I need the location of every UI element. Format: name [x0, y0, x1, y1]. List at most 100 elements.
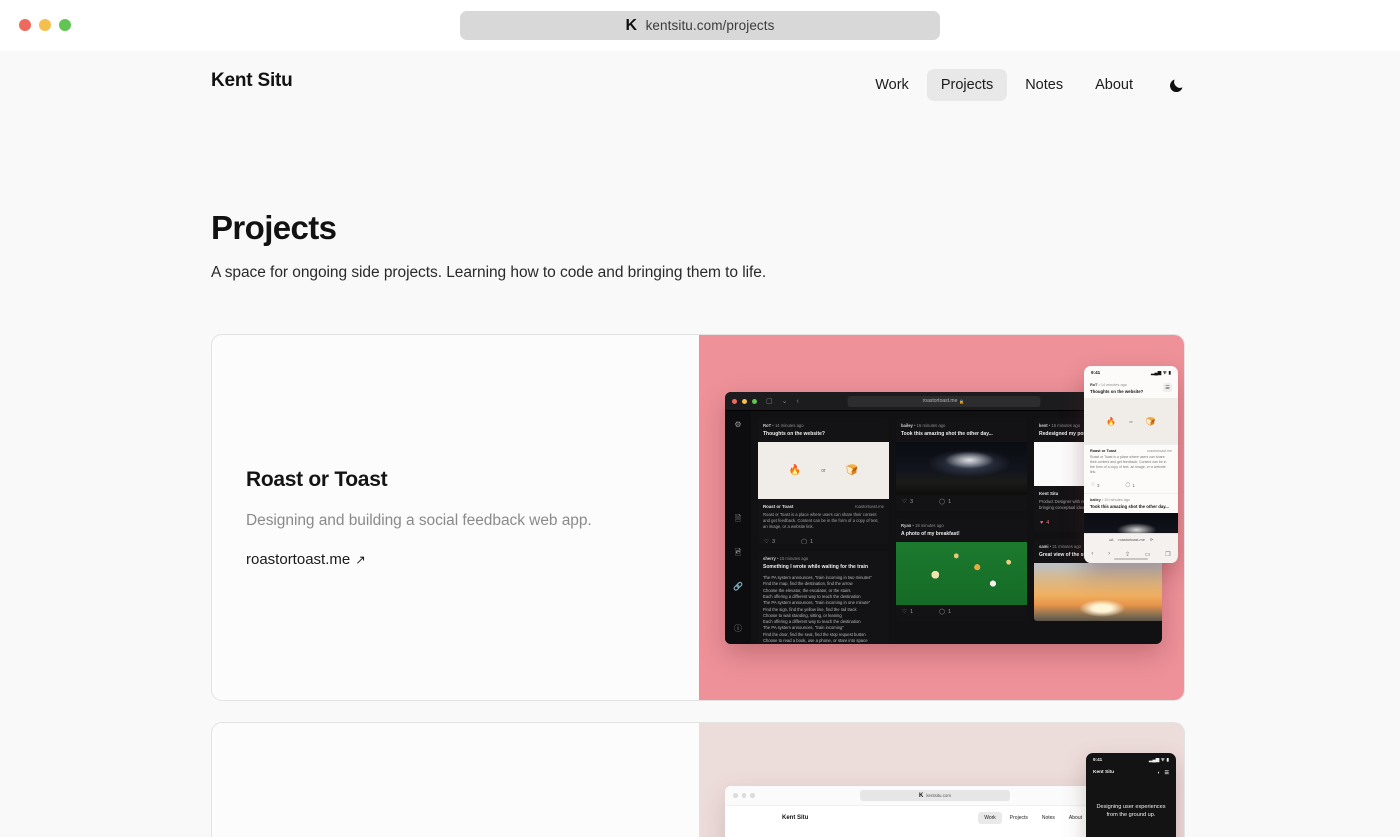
phone-post-emoji-image: 🔥 or 🍞: [1084, 398, 1178, 444]
address-bar[interactable]: K kentsitu.com/projects: [460, 11, 940, 40]
phone-post-actions: ♡ 3 ◯ 1: [1084, 479, 1178, 493]
mockup-close-icon: [733, 793, 738, 798]
site-logo[interactable]: Kent Situ: [211, 70, 293, 92]
hamburger-menu-icon[interactable]: ☰: [1163, 383, 1172, 392]
like-count: 3: [909, 499, 913, 505]
share-icon[interactable]: ⇪: [1125, 551, 1130, 558]
phone-link-url: roastortoast.me: [1147, 449, 1172, 453]
mockup-post-time: 15 minutes ago: [779, 556, 809, 562]
mockup-post-author: kent: [1039, 423, 1048, 428]
website-viewport: Kent Situ Work Projects Notes About Proj…: [0, 51, 1400, 837]
toast-emoji-icon: 🍞: [1145, 416, 1156, 426]
moon-icon: [1169, 79, 1183, 92]
phone-home-indicator: [1114, 558, 1148, 560]
project-external-link[interactable]: roastortoast.me ↗: [246, 551, 366, 568]
mockup-post-meta: Ryan • 18 minutes ago: [901, 523, 944, 528]
bookmarks-icon[interactable]: ▭: [1145, 551, 1151, 558]
phone-post-time: 15 minutes ago: [1104, 498, 1131, 503]
mockup-post-image-sunset: [1034, 563, 1162, 622]
mockup-post-author: RoT: [763, 423, 772, 428]
mockup-nav-item-notes: Notes: [1041, 815, 1055, 821]
comment-count: 1: [810, 539, 814, 545]
phone-post-author: RoT: [1090, 383, 1098, 387]
mockup-post-actions: ♡ 3 ◯ 1: [758, 535, 889, 544]
main-nav: Work Projects Notes About: [861, 69, 1189, 101]
mockup-link-url: roastortoast.me: [854, 504, 884, 509]
project-card-portfolio-website[interactable]: Portfolio Website K kentsitu.com: [211, 722, 1185, 837]
link-icon: 🔗: [733, 582, 743, 591]
phone-status-icons: ▂▄▆ ᯤ ▮: [1151, 370, 1171, 376]
mockup-maximize-icon: [750, 793, 755, 798]
comment-action: ◯ 1: [801, 539, 814, 545]
mockup-address-bar: K kentsitu.com: [860, 790, 1010, 801]
like-count: 4: [1046, 520, 1050, 527]
refresh-icon[interactable]: ⟳: [1150, 537, 1153, 542]
nav-item-about[interactable]: About: [1081, 69, 1147, 101]
minimize-window-button[interactable]: [39, 19, 51, 31]
wifi-icon: ᯤ: [1160, 756, 1165, 762]
phone-status-bar: 9:41 ▂▄▆ ᯤ ▮: [1084, 366, 1178, 379]
battery-icon: ▮: [1166, 756, 1169, 762]
nav-item-projects[interactable]: Projects: [926, 69, 1008, 101]
project-title: Roast or Toast: [246, 467, 388, 491]
comment-action: ◯ 1: [939, 499, 952, 505]
mockup-post-author: Ryan: [901, 523, 912, 528]
mockup-link-body: Roast or Toast is a place where users ca…: [763, 512, 879, 530]
like-action: ♡ 1: [902, 609, 913, 615]
like-count: 3: [1096, 482, 1100, 488]
mockup-phone-roast: 9:41 ▂▄▆ ᯤ ▮ RoT • 14 minutes ago Though…: [1084, 366, 1178, 563]
phone-safari-address-bar[interactable]: ᴀA roastortoast.me ⟳: [1084, 533, 1178, 545]
phone-site-header: Kent Situ ◐ ☰: [1086, 766, 1176, 779]
phone-post-time: 14 minutes ago: [1100, 383, 1127, 387]
back-icon[interactable]: ‹: [1091, 551, 1093, 557]
project-card-roast-or-toast[interactable]: Roast or Toast Designing and building a …: [211, 334, 1185, 701]
mockup-post: Ryan • 18 minutes ago A photo of my brea…: [896, 518, 1027, 621]
mockup-site-hero-text: Designing user experiences from the grou…: [725, 830, 1145, 837]
forward-icon[interactable]: ›: [1108, 551, 1110, 557]
maximize-window-button[interactable]: [59, 19, 71, 31]
mockup-post-body: The PA system announces, "train incoming…: [763, 575, 872, 644]
mockup-post-title: A photo of my breakfast!: [901, 531, 960, 537]
mockup-phone-portfolio: 9:41 ▂▄▆ ᯤ ▮ Kent Situ ◐ ☰ Designing use…: [1086, 753, 1176, 837]
mockup-post-meta: bailey • 15 minutes ago: [901, 423, 946, 428]
page-title: Projects: [211, 209, 337, 246]
window-controls[interactable]: [19, 19, 71, 31]
comment-count: 1: [948, 499, 952, 505]
comment-count: 1: [948, 609, 952, 615]
mockup-site-header: Kent Situ Work Projects Notes About: [725, 806, 1145, 830]
mockup-address-url: roastortoast.me: [922, 398, 958, 404]
moon-icon: ◐: [1157, 769, 1161, 776]
site-favicon-icon: K: [625, 16, 638, 34]
dark-mode-toggle[interactable]: [1163, 72, 1189, 98]
mockup-feed-column-1: RoT • 14 minutes ago Thoughts on the web…: [758, 418, 889, 644]
lock-icon: 🔒: [959, 398, 965, 404]
gear-icon: ⚙: [734, 420, 742, 429]
mockup-post-image-night-sky: [896, 442, 1027, 495]
mockup-minimize-icon: [741, 793, 746, 798]
mockup-post-time: 14 minutes ago: [774, 423, 804, 428]
emoji-divider-label: or: [821, 467, 826, 474]
mockup-address-bar: roastortoast.me 🔒: [847, 395, 1040, 407]
nav-item-work[interactable]: Work: [861, 69, 923, 101]
mockup-sidebar-icon: ▢: [766, 398, 773, 405]
phone-status-icons: ▂▄▆ ᯤ ▮: [1149, 757, 1169, 763]
mockup-post-author: sami: [1039, 544, 1049, 550]
page-subtitle: A space for ongoing side projects. Learn…: [211, 264, 767, 281]
like-count: 3: [771, 539, 775, 545]
phone-status-time: 9:41: [1091, 370, 1101, 375]
mockup-post-meta: RoT • 14 minutes ago: [763, 423, 804, 428]
tabs-icon[interactable]: ❐: [1165, 551, 1170, 558]
mockup-portfolio-desktop-window: K kentsitu.com Kent Situ Work Projects N…: [725, 786, 1145, 837]
phone-post: RoT • 14 minutes ago Thoughts on the web…: [1084, 379, 1178, 494]
mockup-post-link-card: Roast or Toast roastortoast.me Roast or …: [758, 499, 889, 535]
nav-item-notes[interactable]: Notes: [1011, 69, 1077, 101]
phone-safari-toolbar: ‹ › ⇪ ▭ ❐: [1084, 545, 1178, 563]
mockup-post-time: 15 minutes ago: [916, 423, 946, 428]
phone-post-title: Took this amazing shot the other day...: [1090, 504, 1169, 510]
mockup-app-sidebar: ⚙ 🗎 🖻 🔗 ⓘ: [725, 411, 751, 644]
mockup-post-title: Took this amazing shot the other day...: [901, 431, 993, 437]
phone-header-icons: ◐ ☰: [1157, 770, 1169, 776]
like-action: ♥ 4: [1040, 520, 1050, 527]
close-window-button[interactable]: [19, 19, 31, 31]
project-thumbnail-portfolio-website: K kentsitu.com Kent Situ Work Projects N…: [699, 723, 1184, 837]
